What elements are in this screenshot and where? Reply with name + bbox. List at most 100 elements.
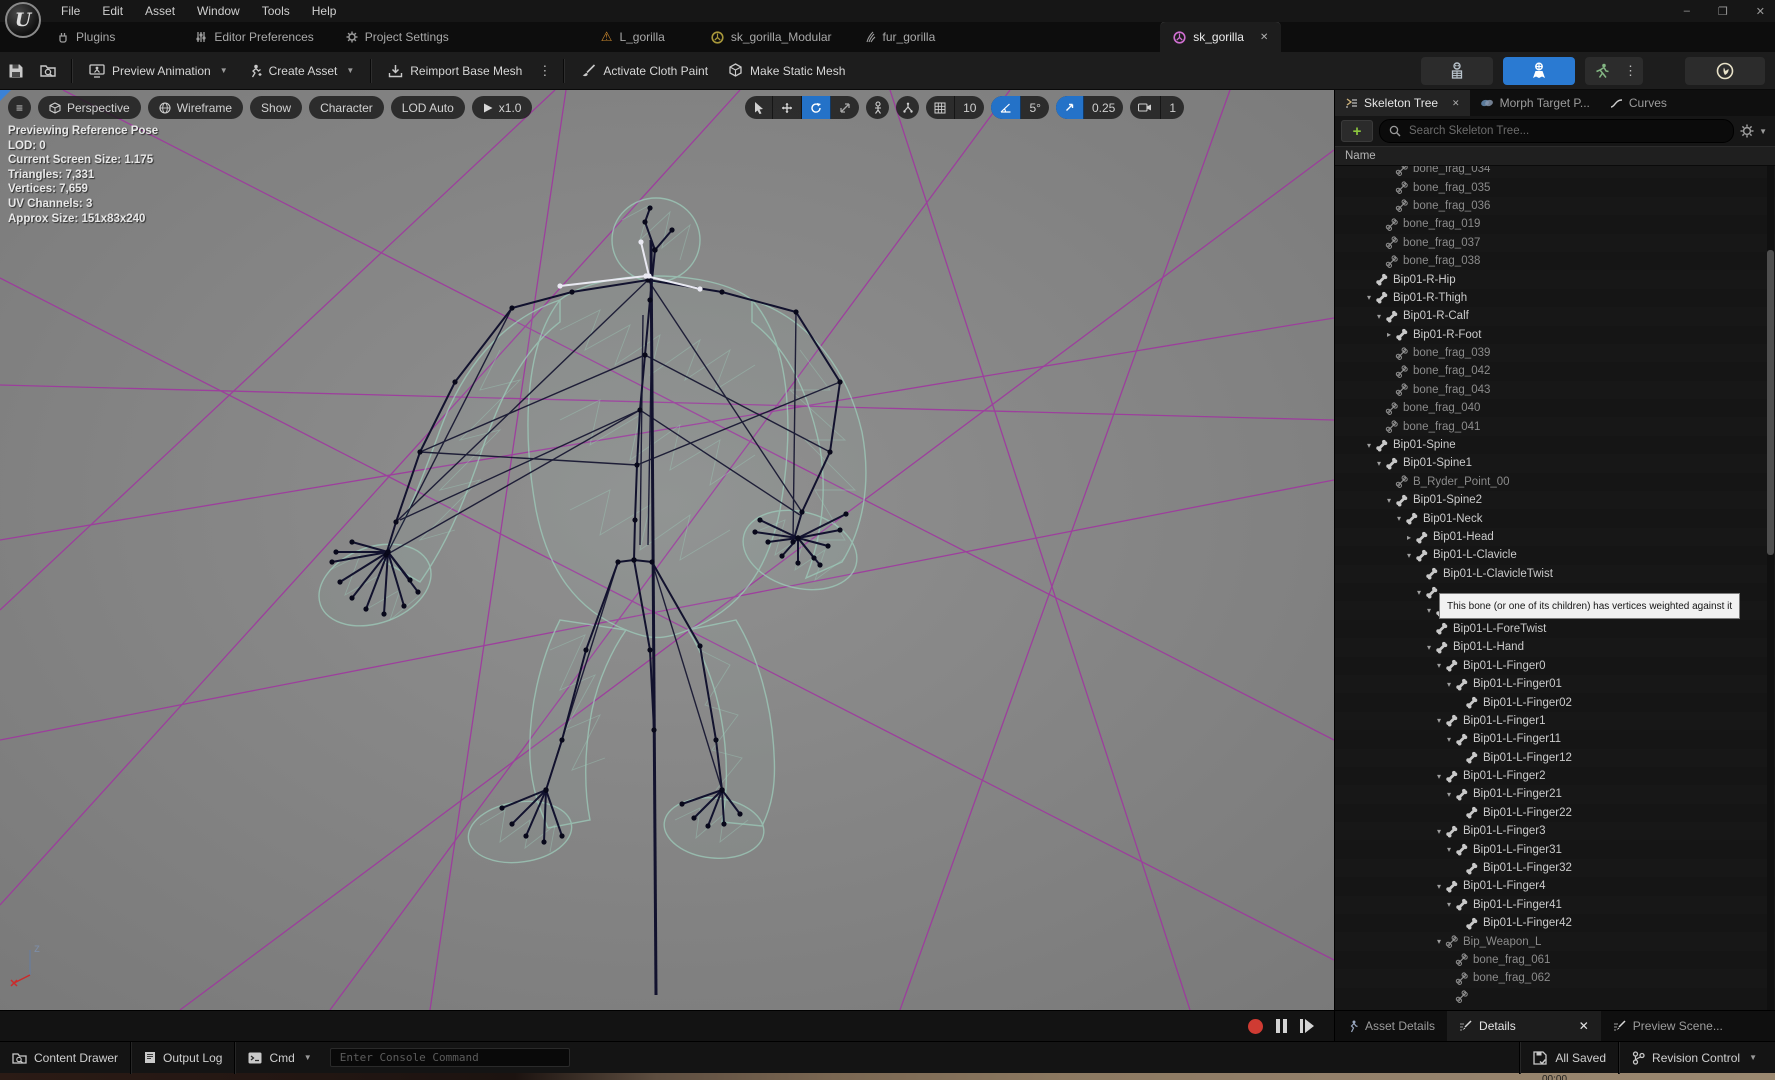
tree-row-bone_frag_034[interactable]: bone_frag_034 bbox=[1335, 166, 1775, 178]
animation-mode-button[interactable] bbox=[1585, 57, 1618, 85]
skeleton-mode-button[interactable] bbox=[1421, 57, 1493, 85]
tab-plugins[interactable]: Plugins bbox=[44, 22, 128, 52]
create-asset-button[interactable]: Create Asset▼ bbox=[238, 57, 365, 85]
translate-tool-button[interactable] bbox=[773, 96, 802, 119]
tree-row-bone_frag_041[interactable]: bone_frag_041 bbox=[1335, 417, 1775, 435]
close-tab-icon[interactable]: ✕ bbox=[1579, 1019, 1589, 1033]
camera-speed-value[interactable]: 1 bbox=[1161, 96, 1184, 119]
menu-help[interactable]: Help bbox=[301, 4, 348, 18]
tree-row-Bip01-L-Finger2[interactable]: ▾Bip01-L-Finger2 bbox=[1335, 767, 1775, 785]
tab-sk-gorilla[interactable]: sk_gorilla ✕ bbox=[1160, 21, 1281, 52]
tree-row-Bip01-R-Thigh[interactable]: ▾Bip01-R-Thigh bbox=[1335, 289, 1775, 307]
minimize-button[interactable]: – bbox=[1684, 5, 1690, 17]
tree-row-Bip01-Spine1[interactable]: ▾Bip01-Spine1 bbox=[1335, 454, 1775, 472]
search-input[interactable] bbox=[1407, 124, 1724, 138]
tab-l-gorilla[interactable]: ⚠ L_gorilla bbox=[588, 22, 678, 52]
make-static-mesh-button[interactable]: Make Static Mesh bbox=[718, 57, 855, 85]
tree-row-Bip01-L-Finger1[interactable]: ▾Bip01-L-Finger1 bbox=[1335, 712, 1775, 730]
tree-row-bone_frag_039[interactable]: bone_frag_039 bbox=[1335, 344, 1775, 362]
cloth-physics-button[interactable] bbox=[1685, 57, 1765, 85]
scale-tool-button[interactable] bbox=[831, 96, 859, 119]
grid-snap-value[interactable]: 10 bbox=[955, 96, 984, 119]
expander-open-icon[interactable]: ▾ bbox=[1433, 661, 1445, 670]
tab-details[interactable]: Details ✕ bbox=[1447, 1011, 1601, 1041]
tree-row-bone_frag_035[interactable]: bone_frag_035 bbox=[1335, 178, 1775, 196]
expander-open-icon[interactable]: ▾ bbox=[1383, 496, 1395, 505]
expander-open-icon[interactable]: ▾ bbox=[1443, 900, 1455, 909]
expander-open-icon[interactable]: ▾ bbox=[1373, 459, 1385, 468]
preview-animation-button[interactable]: Preview Animation▼ bbox=[79, 57, 238, 85]
tree-row-Bip01-L-Finger4[interactable]: ▾Bip01-L-Finger4 bbox=[1335, 877, 1775, 895]
menu-asset[interactable]: Asset bbox=[134, 4, 186, 18]
expander-open-icon[interactable]: ▾ bbox=[1423, 606, 1435, 615]
tab-project-settings[interactable]: Project Settings bbox=[333, 22, 462, 52]
tree-row-Bip01-L-Finger11[interactable]: ▾Bip01-L-Finger11 bbox=[1335, 730, 1775, 748]
expander-closed-icon[interactable]: ▸ bbox=[1383, 330, 1395, 339]
console-command-input[interactable] bbox=[338, 1050, 562, 1065]
tab-morph-target-preview[interactable]: Morph Target P... bbox=[1470, 90, 1600, 116]
tree-row-Bip01-R-Hip[interactable]: Bip01-R-Hip bbox=[1335, 270, 1775, 288]
tab-curves[interactable]: Curves bbox=[1600, 90, 1677, 116]
add-bone-button[interactable]: + bbox=[1341, 120, 1373, 142]
tree-row-Bip01-R-Calf[interactable]: ▾Bip01-R-Calf bbox=[1335, 307, 1775, 325]
tree-row-Bip01-L-Hand[interactable]: ▾Bip01-L-Hand bbox=[1335, 638, 1775, 656]
close-tab-icon[interactable]: ✕ bbox=[1452, 98, 1460, 109]
expander-open-icon[interactable]: ▾ bbox=[1423, 643, 1435, 652]
tab-skeleton-tree[interactable]: Skeleton Tree ✕ bbox=[1335, 90, 1470, 116]
tree-row-Bip01-R-Foot[interactable]: ▸Bip01-R-Foot bbox=[1335, 326, 1775, 344]
tree-row-Bip01-Neck[interactable]: ▾Bip01-Neck bbox=[1335, 509, 1775, 527]
close-button[interactable]: ✕ bbox=[1756, 5, 1765, 18]
tree-row-Bip01-Spine[interactable]: ▾Bip01-Spine bbox=[1335, 436, 1775, 454]
tree-row-B_Ryder_Point_00[interactable]: B_Ryder_Point_00 bbox=[1335, 473, 1775, 491]
expander-open-icon[interactable]: ▾ bbox=[1363, 441, 1375, 450]
grid-snap-toggle[interactable] bbox=[926, 96, 955, 119]
tree-row-bone_frag_043[interactable]: bone_frag_043 bbox=[1335, 381, 1775, 399]
rotation-snap-toggle[interactable] bbox=[991, 96, 1021, 119]
expander-open-icon[interactable]: ▾ bbox=[1433, 882, 1445, 891]
world-local-toggle[interactable] bbox=[896, 96, 919, 119]
tree-row-Bip01-L-Finger42[interactable]: Bip01-L-Finger42 bbox=[1335, 914, 1775, 932]
save-button[interactable] bbox=[0, 57, 32, 85]
tree-row-Bip01-Spine2[interactable]: ▾Bip01-Spine2 bbox=[1335, 491, 1775, 509]
menu-tools[interactable]: Tools bbox=[251, 4, 301, 18]
scrollbar-thumb[interactable] bbox=[1767, 250, 1774, 555]
tab-editor-preferences[interactable]: Editor Preferences bbox=[182, 22, 326, 52]
tab-preview-scene-settings[interactable]: Preview Scene... bbox=[1601, 1011, 1735, 1041]
show-menu-button[interactable]: Show bbox=[250, 96, 302, 119]
cmd-selector[interactable]: Cmd ▼ bbox=[236, 1042, 323, 1074]
expander-open-icon[interactable]: ▾ bbox=[1413, 588, 1425, 597]
tree-row-bone_frag_038[interactable]: bone_frag_038 bbox=[1335, 252, 1775, 270]
expander-open-icon[interactable]: ▾ bbox=[1443, 680, 1455, 689]
tree-row-Bip_Weapon_L[interactable]: ▾Bip_Weapon_L bbox=[1335, 932, 1775, 950]
viewport[interactable]: z ≡ Perspective Wireframe Show Character… bbox=[0, 90, 1334, 1010]
console-command-box[interactable] bbox=[330, 1048, 570, 1067]
tab-fur-gorilla[interactable]: fur_gorilla bbox=[851, 22, 949, 52]
all-saved-button[interactable]: All Saved bbox=[1521, 1042, 1618, 1074]
mesh-mode-button[interactable] bbox=[1503, 57, 1575, 85]
expander-open-icon[interactable]: ▾ bbox=[1443, 790, 1455, 799]
scale-snap-toggle[interactable] bbox=[1056, 96, 1084, 119]
tree-row-bone_frag_037[interactable]: bone_frag_037 bbox=[1335, 234, 1775, 252]
browse-to-asset-button[interactable] bbox=[32, 57, 65, 85]
expander-open-icon[interactable]: ▾ bbox=[1393, 514, 1405, 523]
search-box[interactable] bbox=[1379, 119, 1734, 143]
reimport-base-mesh-button[interactable]: Reimport Base Mesh bbox=[378, 57, 532, 85]
expander-open-icon[interactable]: ▾ bbox=[1373, 312, 1385, 321]
rotate-tool-button[interactable] bbox=[802, 96, 831, 119]
tree-row-Bip01-L-Finger21[interactable]: ▾Bip01-L-Finger21 bbox=[1335, 785, 1775, 803]
rotation-snap-value[interactable]: 5° bbox=[1021, 96, 1048, 119]
expander-open-icon[interactable]: ▾ bbox=[1433, 716, 1445, 725]
tree-row-Bip01-L-ForeTwist[interactable]: Bip01-L-ForeTwist bbox=[1335, 620, 1775, 638]
tree-column-header[interactable]: Name bbox=[1335, 146, 1775, 166]
tree-row-bone_frag_062[interactable]: bone_frag_062 bbox=[1335, 969, 1775, 987]
tree-row-Bip01-L-Finger02[interactable]: Bip01-L-Finger02 bbox=[1335, 693, 1775, 711]
perspective-button[interactable]: Perspective bbox=[38, 96, 141, 119]
character-menu-button[interactable]: Character bbox=[309, 96, 384, 119]
menu-window[interactable]: Window bbox=[186, 4, 251, 18]
playback-speed-button[interactable]: x1.0 bbox=[472, 96, 533, 119]
expander-open-icon[interactable]: ▾ bbox=[1403, 551, 1415, 560]
expander-open-icon[interactable]: ▾ bbox=[1433, 772, 1445, 781]
menu-edit[interactable]: Edit bbox=[91, 4, 134, 18]
unreal-logo-icon[interactable]: U bbox=[5, 2, 41, 38]
view-mode-button[interactable]: Wireframe bbox=[148, 96, 243, 119]
